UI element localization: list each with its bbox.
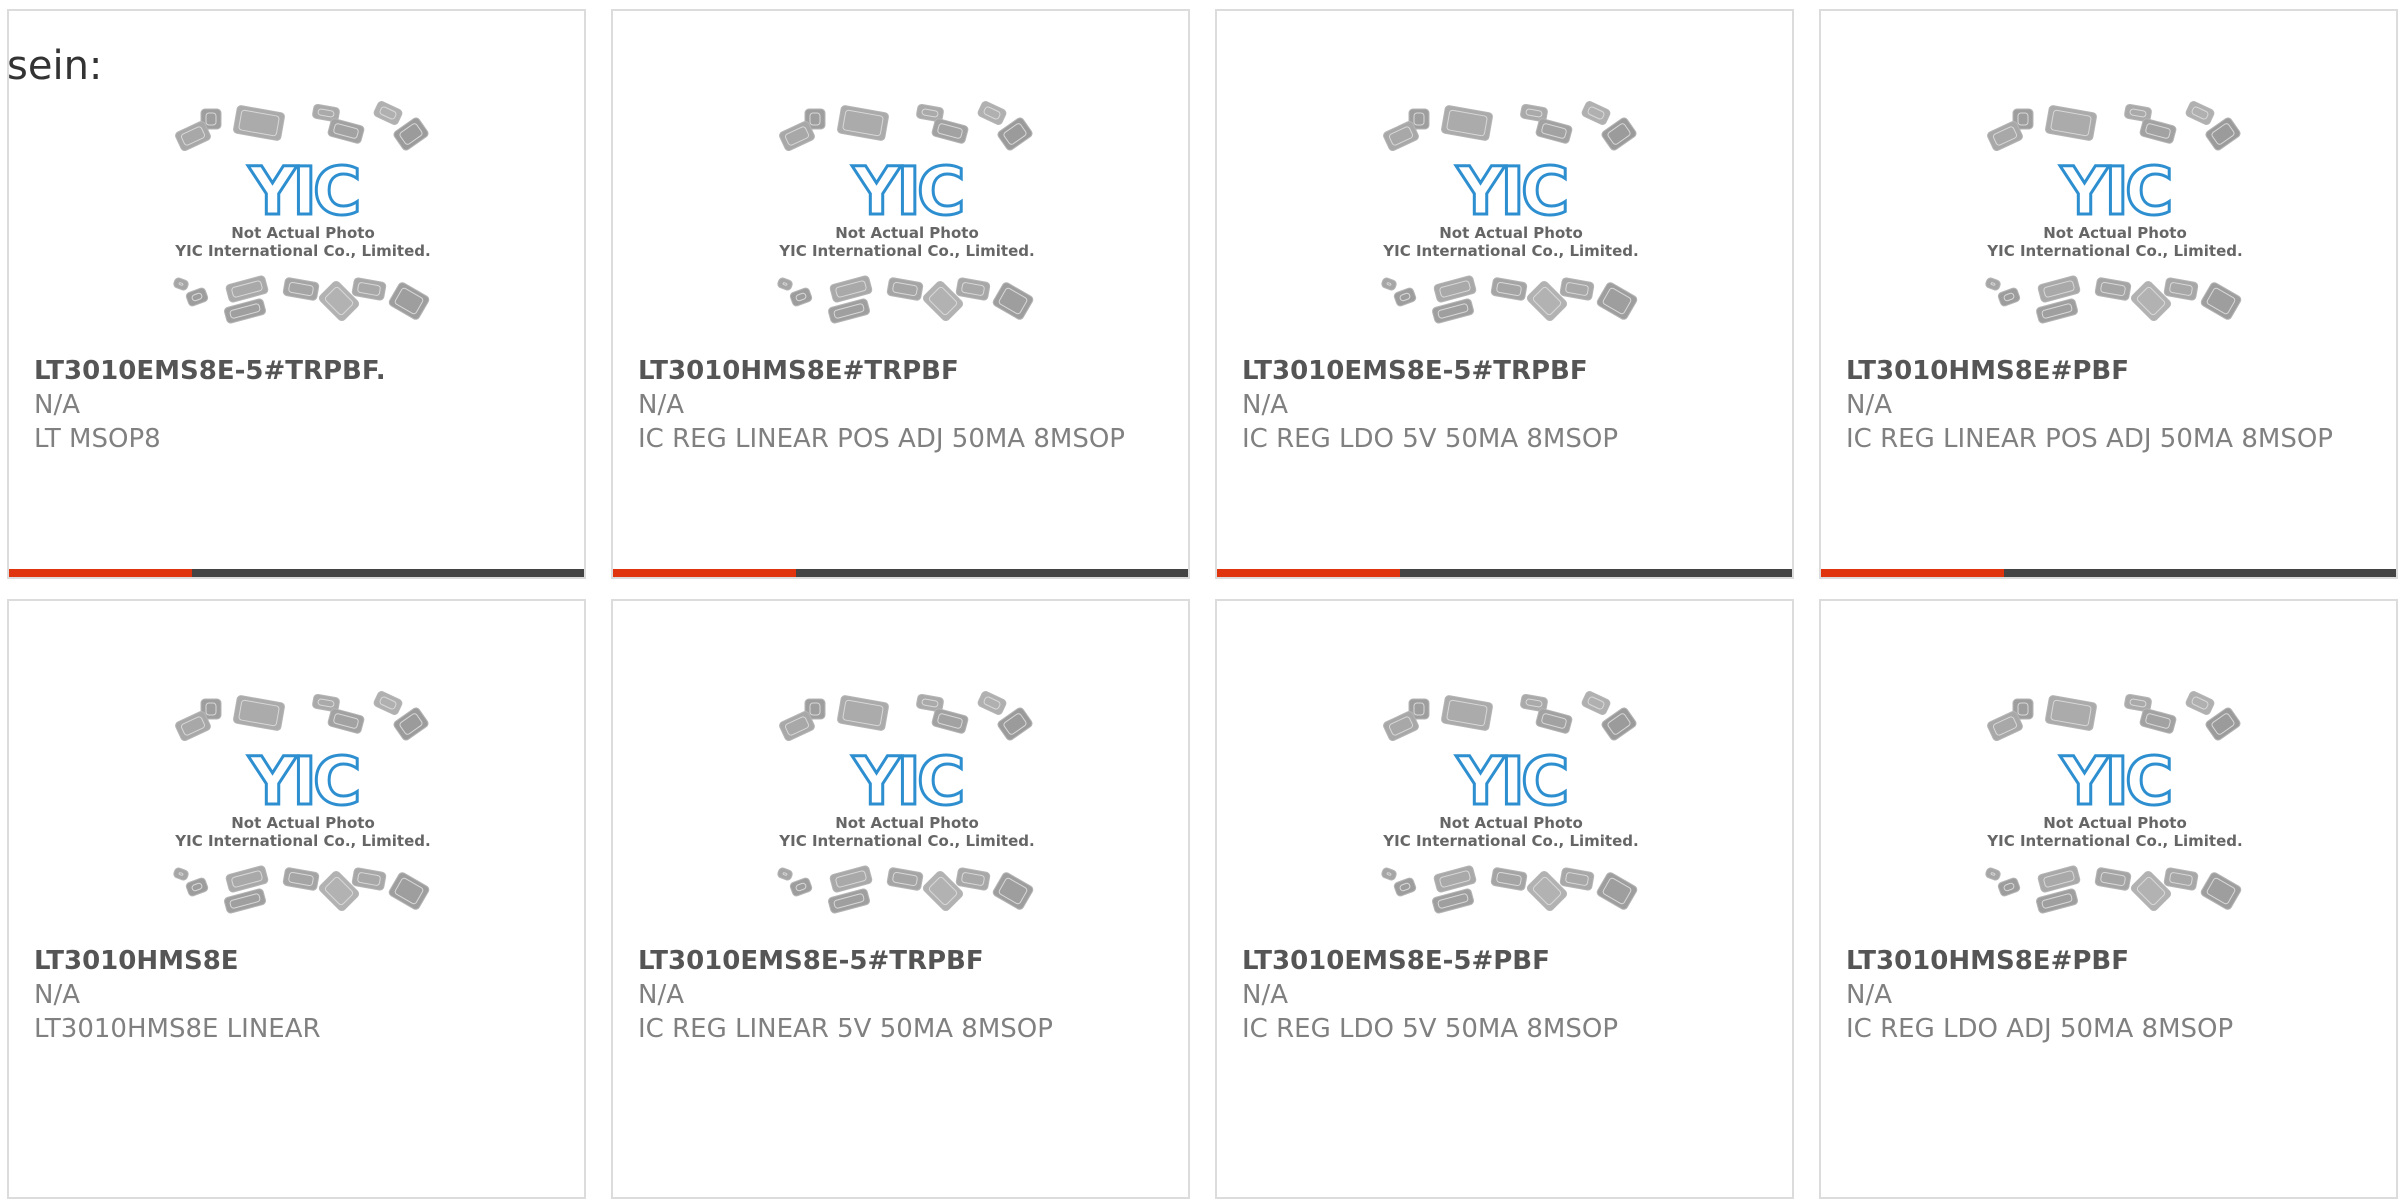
card-accent-bar <box>613 569 1188 577</box>
chip-cluster-top-icon <box>1383 101 1637 152</box>
part-number[interactable]: LT3010HMS8E <box>34 944 559 978</box>
product-image-placeholder[interactable]: YIC Not Actual Photo YIC International Co.… <box>775 691 1039 931</box>
product-card[interactable]: YIC Not Actual Photo YIC International Co.… <box>7 599 586 1199</box>
card-accent-bar <box>1217 569 1792 577</box>
chip-cluster-bottom-icon <box>173 865 430 914</box>
chip-cluster-top-icon <box>1987 101 2241 152</box>
yic-logo-icon: YIC <box>852 153 962 230</box>
description: IC REG LDO 5V 50MA 8MSOP <box>1242 1014 1619 1044</box>
product-card[interactable]: YIC Not Actual Photo YIC International Co.… <box>611 9 1190 579</box>
yic-logo-icon: YIC <box>2060 153 2170 230</box>
product-card[interactable]: YIC Not Actual Photo YIC International Co.… <box>1819 9 2398 579</box>
placeholder-graphic: YICNot Actual PhotoYIC International Co.… <box>173 101 431 324</box>
manufacturer: N/A <box>638 980 684 1010</box>
placeholder-company: YIC International Co., Limited. <box>778 242 1034 260</box>
placeholder-company: YIC International Co., Limited. <box>1382 832 1638 850</box>
placeholder-company: YIC International Co., Limited. <box>1986 242 2242 260</box>
chip-cluster-bottom-icon <box>1381 865 1638 914</box>
section-heading: sein: <box>7 43 103 89</box>
product-card[interactable]: YIC Not Actual Photo YIC International Co.… <box>1215 9 1794 579</box>
chip-cluster-bottom-icon <box>1985 865 2242 914</box>
placeholder-caption: Not Actual Photo <box>1439 814 1583 832</box>
chip-cluster-bottom-icon <box>777 275 1034 324</box>
product-image-placeholder[interactable]: YIC Not Actual Photo YIC International Co.… <box>1983 691 2247 931</box>
description: IC REG LDO ADJ 50MA 8MSOP <box>1846 1014 2234 1044</box>
description: LT3010HMS8E LINEAR <box>34 1014 321 1044</box>
product-image-placeholder[interactable]: YIC Not Actual Photo YIC International Co.… <box>1983 101 2247 341</box>
placeholder-company: YIC International Co., Limited. <box>1382 242 1638 260</box>
part-number[interactable]: LT3010HMS8E#TRPBF <box>638 354 1163 388</box>
yic-logo-icon: YIC <box>852 743 962 820</box>
product-image-placeholder[interactable]: YIC Not Actual Photo YIC International Co.… <box>1379 101 1643 341</box>
chip-cluster-top-icon <box>779 691 1033 742</box>
placeholder-caption: Not Actual Photo <box>231 814 375 832</box>
product-card[interactable]: YIC Not Actual Photo YIC International Co.… <box>7 9 586 579</box>
product-card[interactable]: YIC Not Actual Photo YIC International Co.… <box>1819 599 2398 1199</box>
part-number[interactable]: LT3010HMS8E#PBF <box>1846 944 2371 978</box>
product-image-placeholder[interactable]: YIC Not Actual Photo YIC International Co.… <box>171 691 435 931</box>
description: LT MSOP8 <box>34 424 161 454</box>
placeholder-company: YIC International Co., Limited. <box>778 832 1034 850</box>
placeholder-graphic: YICNot Actual PhotoYIC International Co.… <box>1985 691 2243 914</box>
chip-cluster-top-icon <box>175 691 429 742</box>
manufacturer: N/A <box>34 390 80 420</box>
manufacturer: N/A <box>1846 980 1892 1010</box>
chip-cluster-top-icon <box>1987 691 2241 742</box>
chip-cluster-top-icon <box>175 101 429 152</box>
product-image-placeholder[interactable]: YIC Not Actual Photo YIC International Co.… <box>171 101 435 341</box>
placeholder-caption: Not Actual Photo <box>2043 224 2187 242</box>
yic-logo-icon: YIC <box>248 153 358 230</box>
manufacturer: N/A <box>638 390 684 420</box>
placeholder-caption: Not Actual Photo <box>1439 224 1583 242</box>
product-card[interactable]: YIC Not Actual Photo YIC International Co.… <box>611 599 1190 1199</box>
chip-cluster-top-icon <box>1383 691 1637 742</box>
description: IC REG LINEAR POS ADJ 50MA 8MSOP <box>638 424 1125 454</box>
yic-logo-icon: YIC <box>1456 153 1566 230</box>
card-accent-bar <box>1821 569 2396 577</box>
placeholder-caption: Not Actual Photo <box>231 224 375 242</box>
placeholder-graphic: YICNot Actual PhotoYIC International Co.… <box>1381 691 1639 914</box>
chip-cluster-bottom-icon <box>1985 275 2242 324</box>
placeholder-graphic: YICNot Actual PhotoYIC International Co.… <box>173 691 431 914</box>
manufacturer: N/A <box>34 980 80 1010</box>
product-card[interactable]: YIC Not Actual Photo YIC International Co.… <box>1215 599 1794 1199</box>
chip-cluster-bottom-icon <box>777 865 1034 914</box>
manufacturer: N/A <box>1242 980 1288 1010</box>
yic-logo-icon: YIC <box>1456 743 1566 820</box>
placeholder-graphic: YICNot Actual PhotoYIC International Co.… <box>1381 101 1639 324</box>
chip-cluster-bottom-icon <box>1381 275 1638 324</box>
chip-cluster-bottom-icon <box>173 275 430 324</box>
part-number[interactable]: LT3010EMS8E-5#TRPBF <box>1242 354 1767 388</box>
placeholder-company: YIC International Co., Limited. <box>1986 832 2242 850</box>
yic-logo-icon: YIC <box>2060 743 2170 820</box>
product-image-placeholder[interactable]: YIC Not Actual Photo YIC International Co.… <box>775 101 1039 341</box>
part-number[interactable]: LT3010EMS8E-5#PBF <box>1242 944 1767 978</box>
placeholder-caption: Not Actual Photo <box>835 224 979 242</box>
yic-logo-icon: YIC <box>248 743 358 820</box>
placeholder-caption: Not Actual Photo <box>835 814 979 832</box>
part-number[interactable]: LT3010EMS8E-5#TRPBF <box>638 944 1163 978</box>
description: IC REG LDO 5V 50MA 8MSOP <box>1242 424 1619 454</box>
placeholder-company: YIC International Co., Limited. <box>174 242 430 260</box>
product-grid: YIC Not Actual Photo YIC International Co.… <box>7 9 2401 1199</box>
manufacturer: N/A <box>1846 390 1892 420</box>
card-accent-bar <box>9 569 584 577</box>
description: IC REG LINEAR 5V 50MA 8MSOP <box>638 1014 1053 1044</box>
placeholder-graphic: YICNot Actual PhotoYIC International Co.… <box>777 101 1035 324</box>
placeholder-company: YIC International Co., Limited. <box>174 832 430 850</box>
part-number[interactable]: LT3010EMS8E-5#TRPBF. <box>34 354 559 388</box>
description: IC REG LINEAR POS ADJ 50MA 8MSOP <box>1846 424 2333 454</box>
product-image-placeholder[interactable]: YIC Not Actual Photo YIC International Co.… <box>1379 691 1643 931</box>
placeholder-graphic: YICNot Actual PhotoYIC International Co.… <box>777 691 1035 914</box>
manufacturer: N/A <box>1242 390 1288 420</box>
part-number[interactable]: LT3010HMS8E#PBF <box>1846 354 2371 388</box>
placeholder-graphic: YICNot Actual PhotoYIC International Co.… <box>1985 101 2243 324</box>
placeholder-caption: Not Actual Photo <box>2043 814 2187 832</box>
chip-cluster-top-icon <box>779 101 1033 152</box>
